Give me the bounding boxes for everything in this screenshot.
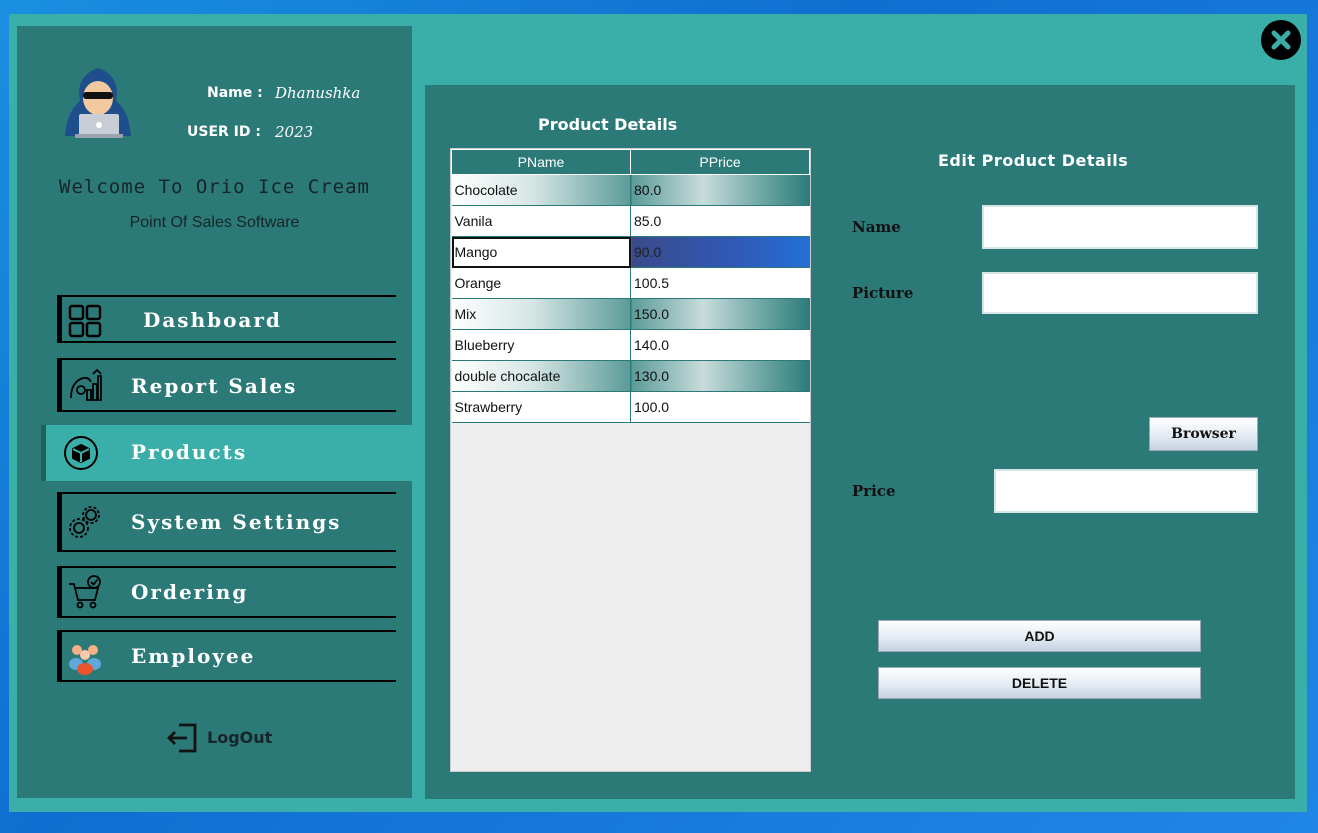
cell-pprice: 90.0 — [630, 236, 810, 268]
product-box-icon — [64, 436, 98, 470]
add-button[interactable]: ADD — [878, 620, 1201, 652]
nav-employee[interactable]: Employee — [57, 630, 396, 682]
cell-pname: Vanila — [451, 205, 631, 237]
cell-pprice: 80.0 — [630, 174, 810, 206]
dashboard-grid-icon — [68, 304, 102, 338]
nav-system-settings[interactable]: System Settings — [57, 492, 396, 552]
cell-pprice: 140.0 — [630, 329, 810, 361]
edit-product-title: Edit Product Details — [938, 151, 1129, 170]
cell-pprice: 130.0 — [630, 360, 810, 392]
browse-button[interactable]: Browser — [1149, 417, 1258, 451]
name-label: Name — [852, 218, 901, 236]
cell-pname: Chocolate — [451, 174, 631, 206]
table-row[interactable]: Strawberry 100.0 — [451, 391, 810, 423]
name-input[interactable] — [982, 205, 1258, 249]
table-row[interactable]: double chocalate 130.0 — [451, 360, 810, 392]
employees-icon — [69, 645, 101, 675]
nav-report-sales[interactable]: Report Sales — [57, 358, 396, 412]
report-sales-icon — [70, 368, 102, 401]
user-name-label: Name : — [207, 85, 263, 101]
nav-report-sales-label: Report Sales — [131, 374, 298, 398]
welcome-text: Welcome To Orio Ice Cream — [59, 176, 370, 198]
nav-dashboard[interactable]: Dashboard — [57, 295, 396, 343]
picture-input[interactable] — [982, 272, 1258, 314]
sidebar: Name : Dhanushka USER ID : 2023 Welcome … — [17, 26, 412, 798]
cell-pprice: 100.5 — [630, 267, 810, 299]
nav-employee-label: Employee — [131, 644, 256, 668]
product-details-title: Product Details — [538, 115, 678, 134]
table-row[interactable]: Orange 100.5 — [451, 267, 810, 299]
nav-ordering-label: Ordering — [131, 580, 249, 604]
nav-products-label: Products — [131, 440, 248, 464]
table-row[interactable]: Blueberry 140.0 — [451, 329, 810, 361]
nav-products[interactable]: Products — [41, 425, 412, 481]
close-button[interactable] — [1261, 20, 1301, 60]
user-id-value: 2023 — [275, 123, 314, 141]
cell-pprice: 100.0 — [630, 391, 810, 423]
nav-ordering[interactable]: Ordering — [57, 566, 396, 618]
nav-system-settings-label: System Settings — [131, 510, 342, 534]
cell-pprice: 85.0 — [630, 205, 810, 237]
subtitle-text: Point Of Sales Software — [129, 214, 300, 231]
user-id-label: USER ID : — [187, 124, 261, 140]
cell-pname: Mango — [451, 236, 631, 268]
cell-pname: Strawberry — [451, 391, 631, 423]
cell-pprice: 150.0 — [630, 298, 810, 330]
cell-pname: Orange — [451, 267, 631, 299]
cell-pname: double chocalate — [451, 360, 631, 392]
logout-button[interactable]: LogOut — [165, 720, 285, 756]
logout-label: LogOut — [207, 728, 273, 747]
column-header-pprice[interactable]: PPrice — [630, 149, 810, 175]
table-row-selected[interactable]: Mango 90.0 — [451, 236, 810, 268]
app-window: Name : Dhanushka USER ID : 2023 Welcome … — [9, 14, 1307, 812]
close-icon — [1271, 30, 1291, 50]
table-row[interactable]: Vanila 85.0 — [451, 205, 810, 237]
table-row[interactable]: Chocolate 80.0 — [451, 174, 810, 206]
table-row[interactable]: Mix 150.0 — [451, 298, 810, 330]
shopping-cart-icon — [69, 575, 101, 609]
price-input[interactable] — [994, 469, 1258, 513]
user-avatar-icon — [65, 68, 131, 138]
logout-icon — [167, 723, 197, 753]
cell-pname: Blueberry — [451, 329, 631, 361]
column-header-pname[interactable]: PName — [451, 149, 631, 175]
price-label: Price — [852, 482, 896, 500]
picture-label: Picture — [852, 284, 914, 302]
user-name-value: Dhanushka — [275, 84, 361, 102]
gears-icon — [69, 506, 100, 538]
product-table: PName PPrice Chocolate 80.0 Vanila 85.0 … — [450, 148, 811, 772]
nav-dashboard-label: Dashboard — [143, 308, 282, 332]
cell-pname: Mix — [451, 298, 631, 330]
main-panel: Product Details PName PPrice Chocolate 8… — [425, 85, 1295, 799]
delete-button[interactable]: DELETE — [878, 667, 1201, 699]
